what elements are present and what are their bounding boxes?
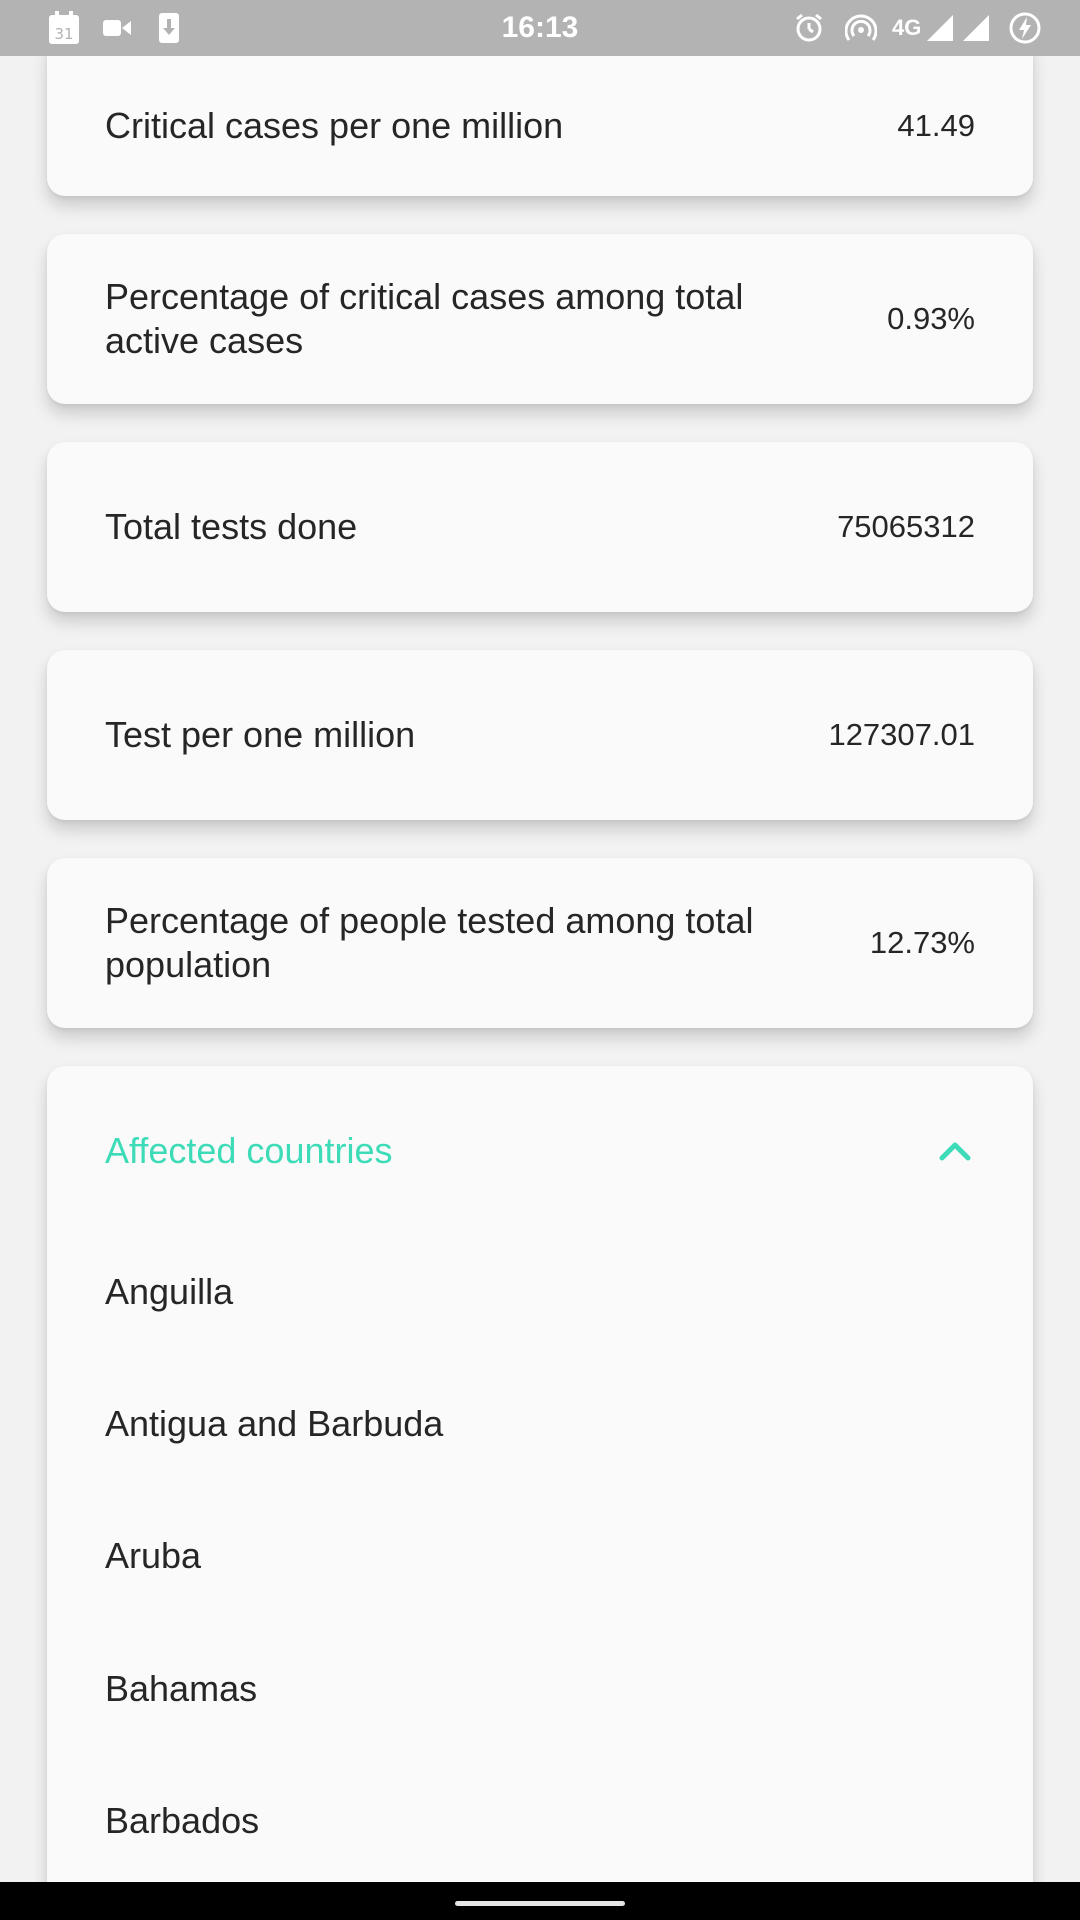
- affected-countries-header[interactable]: Affected countries: [105, 1126, 975, 1176]
- stat-label: Critical cases per one million: [105, 105, 564, 146]
- details-scroll[interactable]: Critical cases per one million 41.49 Per…: [0, 56, 1080, 1882]
- status-bar: 31 16:13 4G: [0, 0, 1080, 56]
- stat-card-critical-percentage: Percentage of critical cases among total…: [47, 234, 1033, 404]
- stat-card-critical-per-million: Critical cases per one million 41.49: [47, 56, 1033, 196]
- alarm-icon: [794, 0, 824, 56]
- network-type: 4G: [892, 15, 922, 40]
- stat-value: 0.93%: [887, 301, 975, 336]
- stat-card-total-tests: Total tests done 75065312: [47, 442, 1033, 612]
- stat-value: 127307.01: [828, 717, 975, 752]
- affected-countries-panel: Affected countries Anguilla Antigua and …: [47, 1066, 1033, 1882]
- home-gesture-handle[interactable]: [455, 1901, 625, 1906]
- stat-label: Percentage of people tested among total …: [105, 900, 754, 985]
- stat-value: 12.73%: [869, 925, 975, 960]
- stat-value: 41.49: [897, 108, 975, 143]
- stat-card-tested-percentage: Percentage of people tested among total …: [47, 858, 1033, 1028]
- hotspot-icon: [845, 0, 877, 56]
- country-item-antigua-and-barbuda[interactable]: Antigua and Barbuda: [105, 1394, 985, 1454]
- signal-icon: [926, 0, 954, 56]
- country-item-bahamas[interactable]: Bahamas: [105, 1659, 985, 1719]
- stat-card-tests-per-million: Test per one million 127307.01: [47, 650, 1033, 820]
- country-item-anguilla[interactable]: Anguilla: [105, 1262, 985, 1322]
- chevron-up-icon[interactable]: [935, 1131, 975, 1171]
- navigation-bar: [0, 1882, 1080, 1920]
- stat-value: 75065312: [837, 509, 975, 544]
- country-item-aruba[interactable]: Aruba: [105, 1526, 985, 1586]
- stat-label: Test per one million: [105, 714, 416, 755]
- affected-countries-title: Affected countries: [105, 1130, 393, 1171]
- signal-icon: [962, 0, 990, 56]
- battery-charging-icon: [1008, 0, 1042, 56]
- stat-label: Percentage of critical cases among total…: [105, 276, 744, 361]
- country-item-barbados[interactable]: Barbados: [105, 1791, 985, 1851]
- stat-label: Total tests done: [105, 506, 358, 547]
